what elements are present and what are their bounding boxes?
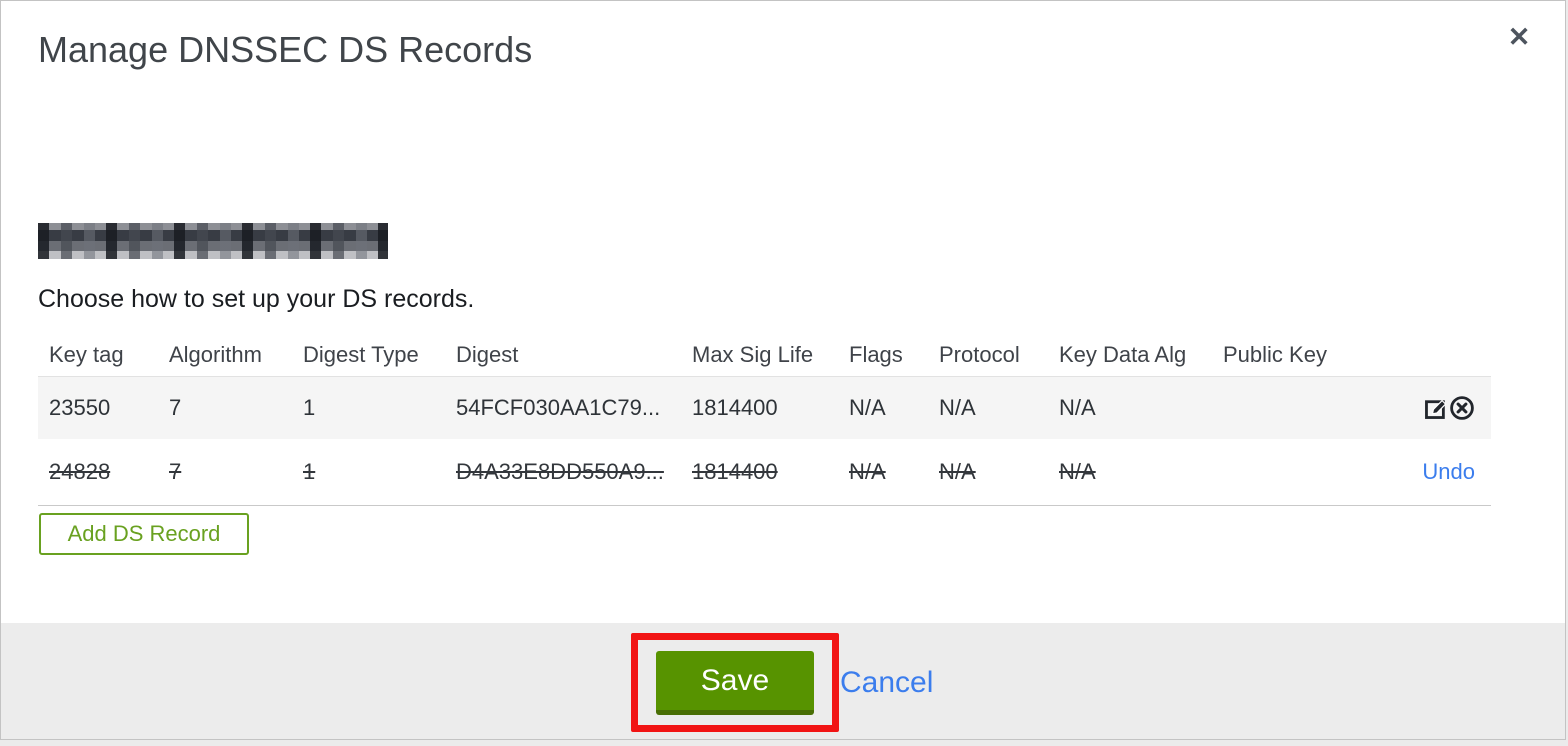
max-sig-life-value: 1814400 — [692, 394, 778, 420]
max-sig-life-value: 1814400 — [692, 458, 778, 484]
protocol-value: N/A — [939, 394, 976, 420]
algorithm-value: 7 — [169, 394, 182, 420]
add-ds-record-button[interactable]: Add DS Record — [39, 513, 249, 555]
screen: Manage DNSSEC DS Records ✕ Choose how to… — [0, 0, 1568, 746]
col-header-key-tag: Key tag — [49, 341, 124, 367]
table-row-deleted: 24828 7 1 D4A33E8DD550A9... 1814400 N/A … — [38, 439, 1491, 506]
col-header-flags: Flags — [849, 341, 903, 367]
digest-value: D4A33E8DD550A9... — [456, 458, 664, 484]
algorithm-value: 7 — [169, 458, 182, 484]
protocol-value: N/A — [939, 458, 976, 484]
flags-value: N/A — [849, 458, 886, 484]
close-icon[interactable]: ✕ — [1499, 17, 1539, 57]
delete-icon[interactable] — [1449, 395, 1475, 421]
save-button[interactable]: Save — [656, 651, 814, 715]
table-row: 23550 7 1 54FCF030AA1C79... 1814400 N/A … — [38, 375, 1491, 439]
ds-records-table: Key tag Algorithm Digest Type Digest Max… — [38, 334, 1491, 506]
col-header-protocol: Protocol — [939, 341, 1020, 367]
manage-dnssec-dialog: Manage DNSSEC DS Records ✕ Choose how to… — [0, 0, 1566, 740]
digest-type-value: 1 — [303, 394, 316, 420]
digest-value: 54FCF030AA1C79... — [456, 394, 661, 420]
digest-type-value: 1 — [303, 458, 316, 484]
col-header-max-sig-life: Max Sig Life — [692, 341, 814, 367]
col-header-actions — [1401, 334, 1491, 376]
redacted-domain-name — [38, 223, 388, 259]
edit-icon[interactable] — [1423, 395, 1449, 421]
key-data-alg-value: N/A — [1059, 394, 1096, 420]
key-tag-value: 23550 — [49, 394, 111, 420]
col-header-public-key: Public Key — [1223, 341, 1327, 367]
col-header-digest-type: Digest Type — [303, 341, 419, 367]
flags-value: N/A — [849, 394, 886, 420]
table-header-row: Key tag Algorithm Digest Type Digest Max… — [38, 334, 1491, 376]
intro-text: Choose how to set up your DS records. — [38, 285, 475, 313]
col-header-algorithm: Algorithm — [169, 341, 262, 367]
key-data-alg-value: N/A — [1059, 458, 1096, 484]
col-header-digest: Digest — [456, 341, 519, 367]
undo-link[interactable]: Undo — [1422, 459, 1475, 484]
key-tag-value: 24828 — [49, 458, 111, 484]
page-title: Manage DNSSEC DS Records — [38, 29, 533, 70]
col-header-key-data-alg: Key Data Alg — [1059, 341, 1187, 367]
cancel-link[interactable]: Cancel — [840, 665, 933, 701]
